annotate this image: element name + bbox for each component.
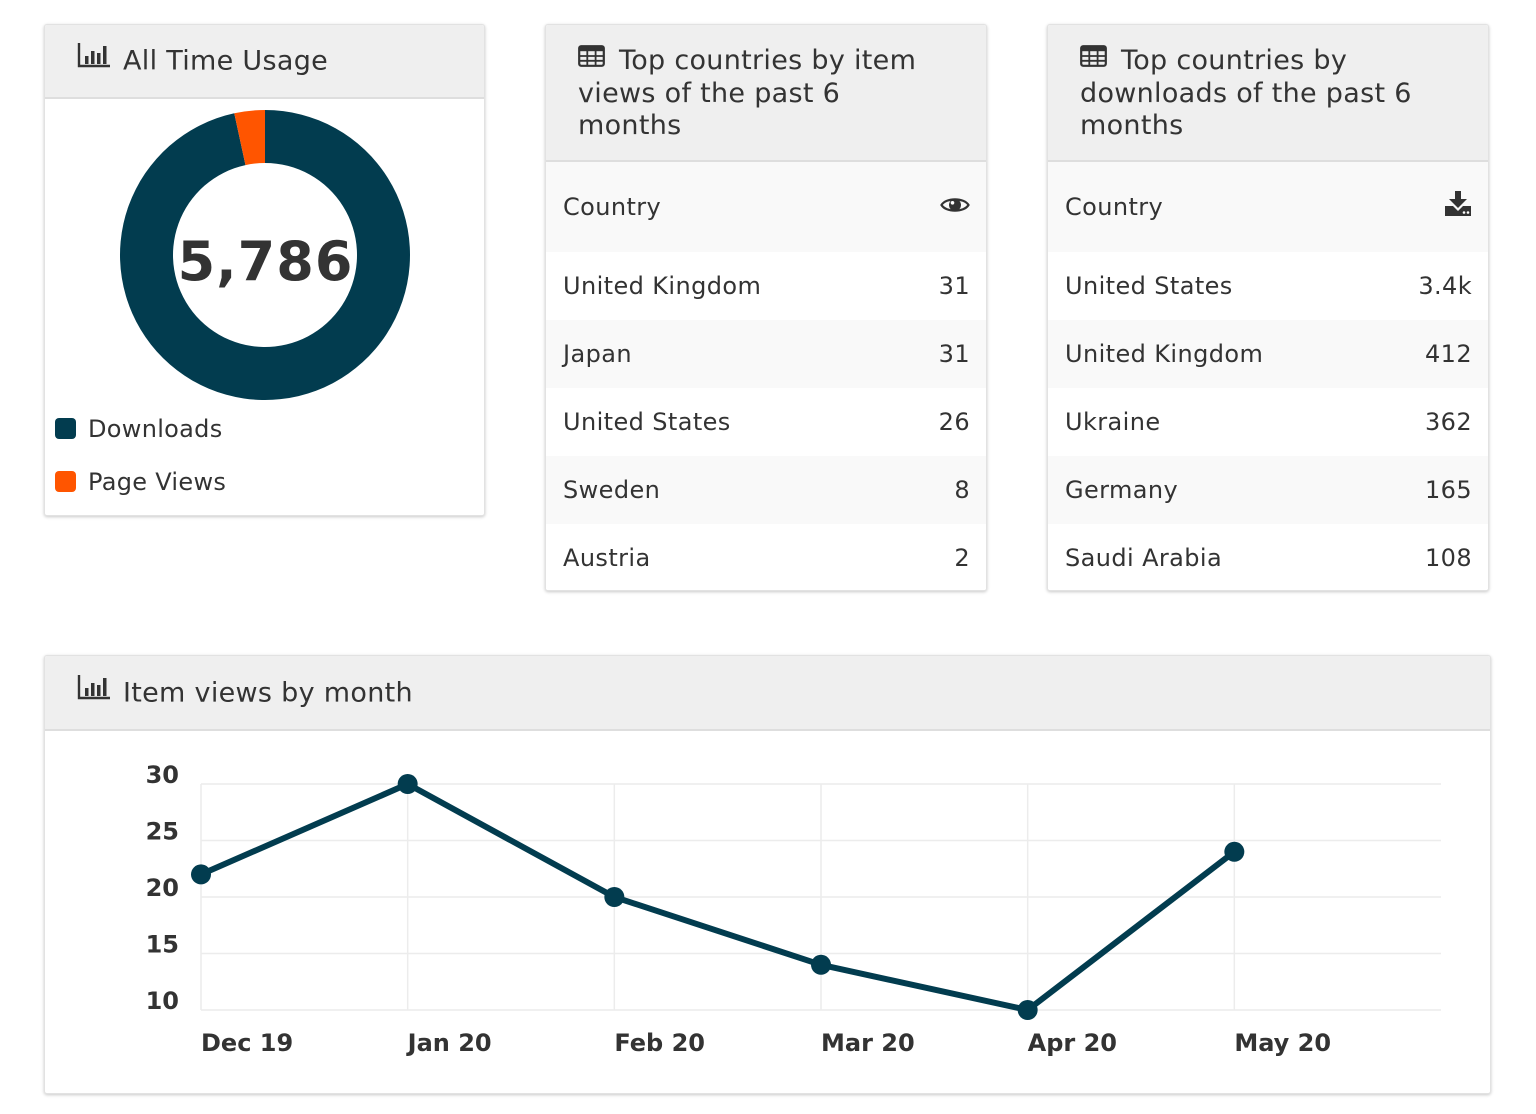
views-title-line-3: months xyxy=(578,109,682,141)
table-row: Austria 2 xyxy=(546,524,986,590)
country-value: 31 xyxy=(938,340,970,368)
table-row: United Kingdom 31 xyxy=(546,252,986,320)
data-point[interactable] xyxy=(1017,1000,1038,1020)
legend-item-downloads[interactable]: Downloads xyxy=(55,402,226,455)
legend-swatch-page-views xyxy=(55,471,76,492)
country-value: 26 xyxy=(938,408,970,436)
legend-item-page-views[interactable]: Page Views xyxy=(55,455,226,508)
y-tick-label: 10 xyxy=(146,987,179,1015)
data-point[interactable] xyxy=(397,774,418,794)
country-value: 108 xyxy=(1424,544,1472,572)
table-row: United States 26 xyxy=(546,388,986,456)
country-value: 8 xyxy=(954,476,970,504)
table-row: Sweden 8 xyxy=(546,456,986,524)
x-tick-label: Feb 20 xyxy=(614,1029,705,1057)
usage-legend: Downloads Page Views xyxy=(55,402,226,508)
usage-total: 5,786 xyxy=(177,230,354,293)
country-name: United States xyxy=(1065,272,1233,300)
country-name: United Kingdom xyxy=(1065,340,1264,368)
views-column-header-country[interactable]: Country xyxy=(563,193,661,221)
country-name: United Kingdom xyxy=(563,272,762,300)
country-value: 165 xyxy=(1424,476,1472,504)
views-title-line-1: Top countries by item xyxy=(578,43,956,78)
y-tick-label: 20 xyxy=(146,874,179,902)
downloads-by-country-header: Top countries by downloads of the past 6… xyxy=(1048,25,1488,162)
table-row: United States 3.4k xyxy=(1048,252,1488,320)
downloads-title-line-2: downloads of the past 6 xyxy=(1080,77,1412,109)
x-tick-label: Dec 19 xyxy=(201,1029,293,1057)
views-table-header-row: Country xyxy=(546,162,986,252)
country-name: Sweden xyxy=(563,476,661,504)
downloads-table-body: United States 3.4k United Kingdom 412 Uk… xyxy=(1048,252,1488,590)
country-name: Ukraine xyxy=(1065,408,1161,436)
table-row: Saudi Arabia 108 xyxy=(1048,524,1488,590)
country-value: 3.4k xyxy=(1418,272,1472,300)
download-icon xyxy=(1444,191,1472,223)
country-name: Japan xyxy=(563,340,632,368)
eye-icon xyxy=(940,193,970,221)
views-by-country-panel: Top countries by item views of the past … xyxy=(545,24,987,591)
table-row: Ukraine 362 xyxy=(1048,388,1488,456)
all-time-usage-title: All Time Usage xyxy=(123,45,329,77)
country-value: 362 xyxy=(1424,408,1472,436)
downloads-column-header-country[interactable]: Country xyxy=(1065,193,1163,221)
country-name: Saudi Arabia xyxy=(1065,544,1223,572)
country-value: 31 xyxy=(938,272,970,300)
legend-label-downloads: Downloads xyxy=(88,414,223,443)
data-point[interactable] xyxy=(811,954,831,975)
data-point[interactable] xyxy=(604,887,625,907)
downloads-table-header-row: Country xyxy=(1048,162,1488,252)
legend-label-page-views: Page Views xyxy=(88,467,227,496)
country-name: Austria xyxy=(563,544,651,572)
bar-chart-icon xyxy=(77,42,111,76)
all-time-usage-panel: All Time Usage 5,786 Downloads Page View… xyxy=(44,24,485,516)
item-views-line-chart: 30 25 20 15 10 Dec 19 Jan 20 Feb 20 Mar 20 Apr 20… xyxy=(146,761,1441,1057)
downloads-title-line-1: Top countries by xyxy=(1080,43,1458,78)
y-tick-label: 30 xyxy=(146,761,179,789)
y-tick-label: 25 xyxy=(146,818,179,846)
downloads-title-line-3: months xyxy=(1080,109,1184,141)
data-point[interactable] xyxy=(1224,841,1245,862)
table-row: Germany 165 xyxy=(1048,456,1488,524)
y-tick-label: 15 xyxy=(146,931,179,959)
country-name: United States xyxy=(563,408,731,436)
views-table-body: United Kingdom 31 Japan 31 United States… xyxy=(546,252,986,590)
x-tick-label: May 20 xyxy=(1234,1029,1331,1057)
x-tick-label: Apr 20 xyxy=(1028,1029,1117,1057)
item-views-by-month-panel: Item views by month 30 25 20 15 10 Dec 19 Jan … xyxy=(44,655,1491,1094)
table-icon xyxy=(578,43,605,75)
country-value: 2 xyxy=(954,544,970,572)
legend-swatch-downloads xyxy=(55,418,76,439)
all-time-usage-header: All Time Usage xyxy=(45,25,484,99)
table-row: United Kingdom 412 xyxy=(1048,320,1488,388)
table-row: Japan 31 xyxy=(546,320,986,388)
data-point[interactable] xyxy=(191,864,211,885)
x-tick-label: Jan 20 xyxy=(406,1029,492,1057)
x-tick-label: Mar 20 xyxy=(821,1029,915,1057)
views-by-country-header: Top countries by item views of the past … xyxy=(546,25,986,162)
country-value: 412 xyxy=(1424,340,1472,368)
views-title-line-2: views of the past 6 xyxy=(578,77,841,109)
downloads-by-country-panel: Top countries by downloads of the past 6… xyxy=(1047,24,1489,591)
table-icon xyxy=(1080,43,1107,75)
country-name: Germany xyxy=(1065,476,1179,504)
